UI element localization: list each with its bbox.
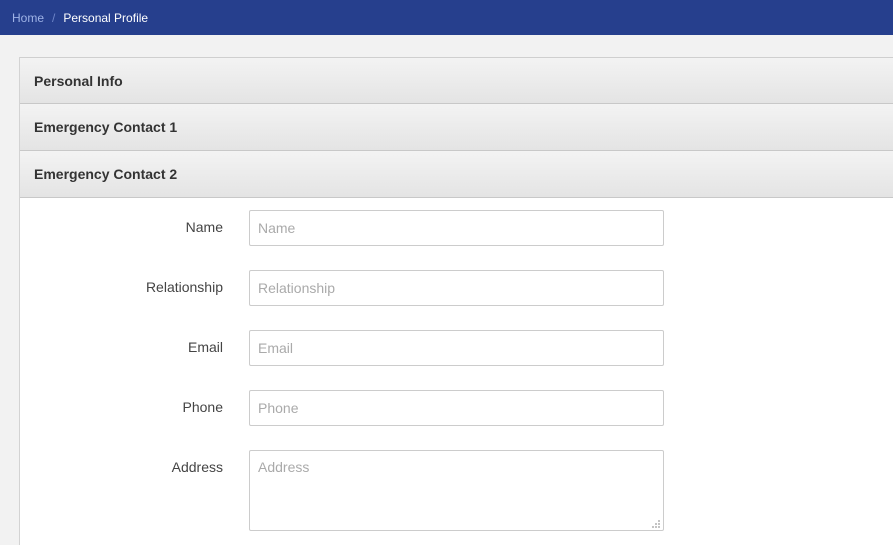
resize-grip-icon[interactable] [650, 518, 660, 528]
relationship-label: Relationship [145, 279, 223, 295]
name-label: Name [185, 219, 223, 235]
emergency-contact-2-form: Name Relationship Email Phone Address [20, 198, 893, 545]
breadcrumb-home-link[interactable]: Home [12, 11, 44, 25]
address-textarea[interactable] [249, 450, 664, 531]
top-navigation-bar: Home / Personal Profile [0, 0, 893, 35]
accordion-header-emergency-contact-2[interactable]: Emergency Contact 2 [20, 151, 893, 198]
accordion-header-personal-info[interactable]: Personal Info [20, 57, 893, 104]
phone-input[interactable] [249, 390, 664, 426]
email-input[interactable] [249, 330, 664, 366]
relationship-input[interactable] [249, 270, 664, 306]
address-label: Address [171, 459, 223, 475]
profile-accordion-panel: Personal Info Emergency Contact 1 Emerge… [19, 57, 893, 545]
email-label: Email [187, 339, 223, 355]
name-input[interactable] [249, 210, 664, 246]
phone-label: Phone [182, 399, 223, 415]
breadcrumb-current-page: Personal Profile [63, 10, 149, 25]
accordion-header-emergency-contact-1[interactable]: Emergency Contact 1 [20, 104, 893, 151]
breadcrumb-separator: / [52, 10, 56, 25]
